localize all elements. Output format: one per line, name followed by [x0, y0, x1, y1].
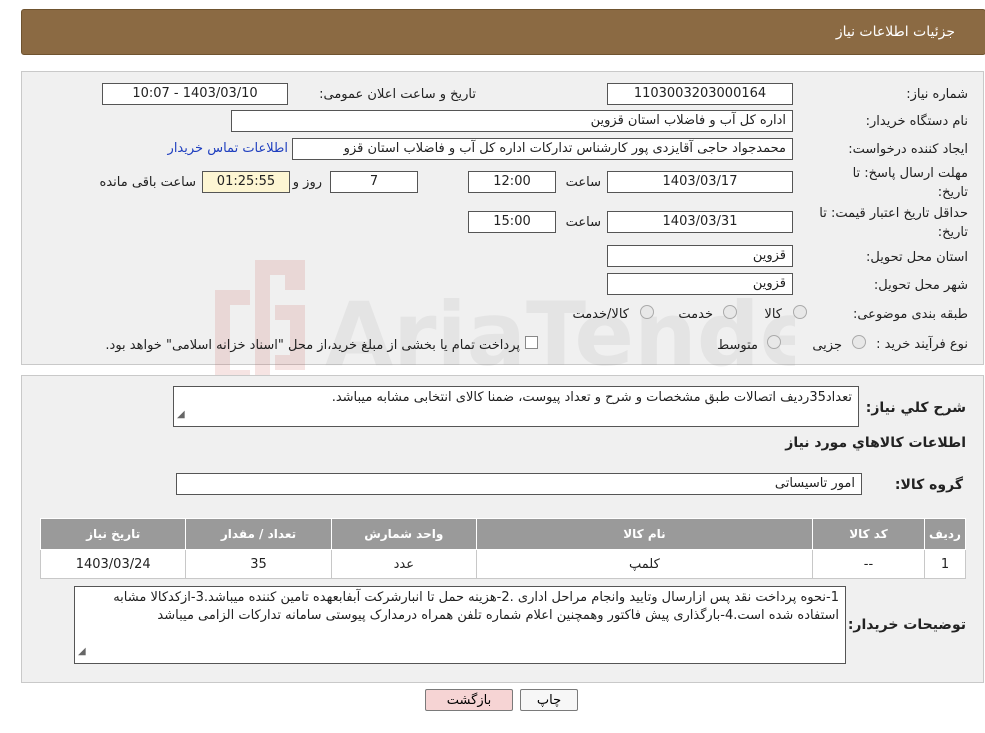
goods-group-label: گروه کالا: — [894, 477, 963, 493]
goods-table-header: ردیف کد کالا نام کالا واحد شمارش تعداد /… — [39, 518, 967, 550]
buyer-label: نام دستگاه خریدار: — [865, 114, 968, 129]
buyer-notes-textarea[interactable]: 1-نحوه پرداخت نقد پس ازارسال وتایید وانج… — [74, 586, 846, 664]
col-item-code: کد کالا — [811, 518, 925, 550]
validity-label: حداقل تاریخ اعتبار قیمت: تا — [819, 206, 968, 221]
col-quantity: تعداد / مقدار — [185, 518, 332, 550]
col-row-number: ردیف — [923, 518, 967, 550]
resize-handle-icon[interactable]: ◢ — [78, 643, 86, 661]
province-label: استان محل تحویل: — [866, 250, 968, 265]
buyer-notes-label: توضیحات خریدار: — [847, 617, 966, 633]
description-label: شرح كلي نياز: — [865, 400, 966, 416]
process-medium-radio[interactable] — [767, 335, 781, 349]
process-minor-label: جزیی — [812, 338, 842, 353]
buyer-notes-text: 1-نحوه پرداخت نقد پس ازارسال وتایید وانج… — [113, 590, 839, 623]
goods-table: ردیف کد کالا نام کالا واحد شمارش تعداد /… — [39, 518, 967, 579]
col-unit: واحد شمارش — [330, 518, 477, 550]
remaining-label: ساعت باقی مانده — [99, 175, 196, 190]
cell-item-name: کلمپ — [475, 549, 813, 579]
goods-section-title: اطلاعات كالاهاي مورد نياز — [785, 435, 966, 451]
validity-time-label: ساعت — [565, 215, 601, 230]
cell-item-code: -- — [811, 549, 925, 579]
validity-time-field: 15:00 — [468, 211, 556, 233]
process-note: پرداخت تمام یا بخشی از مبلغ خرید،از محل … — [105, 338, 520, 353]
col-item-name: نام کالا — [475, 518, 813, 550]
resize-handle-icon[interactable]: ◢ — [177, 406, 185, 424]
goods-group-field: امور تاسیساتی — [176, 473, 862, 495]
buyer-field: اداره کل آب و فاضلاب استان قزوین — [231, 110, 793, 132]
cell-need-date: 1403/03/24 — [39, 549, 187, 579]
cell-row-number: 1 — [923, 549, 967, 579]
print-button[interactable]: چاپ — [520, 689, 578, 711]
buyer-contact-link[interactable]: اطلاعات تماس خریدار — [168, 141, 288, 156]
creator-label: ایجاد کننده درخواست: — [848, 142, 968, 157]
page-header: جزئیات اطلاعات نیاز — [21, 9, 985, 55]
city-field: قزوین — [607, 273, 793, 295]
deadline-time-label: ساعت — [565, 175, 601, 190]
category-goods-service-label: کالا/خدمت — [572, 307, 629, 322]
validity-label-line2: تاریخ: — [937, 225, 968, 240]
back-button[interactable]: بازگشت — [425, 689, 513, 711]
announce-label: تاریخ و ساعت اعلان عمومی: — [319, 87, 476, 102]
treasury-checkbox[interactable] — [525, 336, 538, 349]
province-field: قزوین — [607, 245, 793, 267]
process-label: نوع فرآیند خرید : — [876, 337, 968, 352]
need-number-field: 1103003203000164 — [607, 83, 793, 105]
remaining-time-field: 01:25:55 — [202, 171, 290, 193]
category-goods-service-radio[interactable] — [640, 305, 654, 319]
days-label: روز و — [292, 175, 322, 190]
need-number-label: شماره نیاز: — [906, 87, 968, 102]
category-label: طبقه بندی موضوعی: — [852, 307, 968, 322]
category-service-radio[interactable] — [723, 305, 737, 319]
validity-date-field: 1403/03/31 — [607, 211, 793, 233]
deadline-label: مهلت ارسال پاسخ: تا — [852, 166, 968, 181]
cell-quantity: 35 — [185, 549, 332, 579]
process-medium-label: متوسط — [717, 338, 758, 353]
table-row: 1 -- کلمپ عدد 35 1403/03/24 — [39, 549, 967, 579]
deadline-date-field: 1403/03/17 — [607, 171, 793, 193]
process-minor-radio[interactable] — [852, 335, 866, 349]
category-service-label: خدمت — [678, 307, 713, 322]
page-title: جزئیات اطلاعات نیاز — [835, 24, 955, 40]
col-need-date: تاریخ نیاز — [39, 518, 187, 550]
category-goods-radio[interactable] — [793, 305, 807, 319]
description-text: تعداد35ردیف اتصالات طبق مشخصات و شرح و ت… — [331, 390, 852, 405]
cell-unit: عدد — [330, 549, 477, 579]
description-textarea[interactable]: تعداد35ردیف اتصالات طبق مشخصات و شرح و ت… — [173, 386, 859, 427]
announce-field: 1403/03/10 - 10:07 — [102, 83, 288, 105]
deadline-time-field: 12:00 — [468, 171, 556, 193]
days-field: 7 — [330, 171, 418, 193]
city-label: شهر محل تحویل: — [873, 278, 968, 293]
creator-field: محمدجواد حاجی آقایزدی پور کارشناس تدارکا… — [292, 138, 793, 160]
deadline-label-line2: تاریخ: — [937, 185, 968, 200]
category-goods-label: کالا — [764, 307, 782, 322]
